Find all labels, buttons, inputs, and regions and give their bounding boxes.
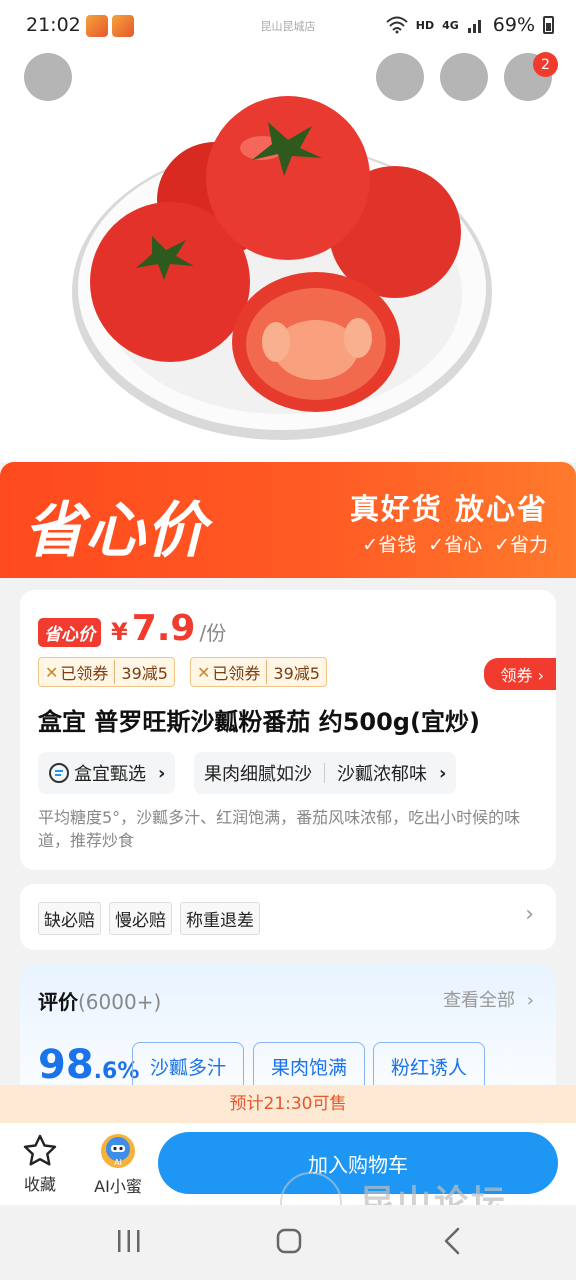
positive-rate: 98.6% [38, 1042, 139, 1088]
price-unit: /份 [199, 621, 227, 645]
back-button[interactable] [24, 53, 72, 138]
divider [324, 763, 325, 783]
system-navigation-bar [0, 1205, 576, 1280]
share-icon [441, 115, 466, 140]
back-nav-icon[interactable] [440, 1226, 464, 1256]
product-description: 平均糖度5°，沙瓤多汁、红润饱满，番茄风味浓郁，吃出小时候的味道，推荐炒食 [38, 808, 521, 850]
brand-chip[interactable]: 盒宜甄选 › [38, 752, 176, 794]
signal-type: 4G [442, 18, 459, 32]
coupon-rule: 39减5 [121, 664, 168, 683]
signal-icon [467, 20, 481, 33]
tomato-image [72, 96, 492, 440]
home-icon[interactable] [274, 1226, 304, 1256]
presale-notice: 预计21:30可售 [0, 1085, 576, 1123]
coupon-tag[interactable]: ✕ 已领券 39减5 [38, 657, 175, 687]
chevron-right-icon: › [537, 666, 544, 685]
cart-icon [506, 115, 534, 140]
get-coupon-label: 领券 [500, 666, 533, 685]
cart-count-badge: 2 [533, 52, 558, 77]
price-value: 7.9 [131, 608, 196, 649]
chevron-right-icon: › [158, 762, 166, 784]
banner-point: ✓省力 [494, 534, 548, 556]
currency-symbol: ¥ [111, 618, 128, 646]
ai-assistant-button[interactable]: AI AI小蜜 [86, 1133, 150, 1197]
banner-slogan: 真好货 放心省 [349, 492, 548, 526]
review-header: 评价(6000+) [38, 986, 161, 1015]
see-all-label: 查看全部 [443, 990, 516, 1011]
ai-assistant-label: AI小蜜 [94, 1177, 142, 1196]
status-bar: 21:02 昆山昆城店 HD 4G 69% [0, 0, 576, 52]
banner-point: ✓省心 [428, 534, 483, 556]
banner-point: ✓省钱 [362, 534, 417, 556]
review-title: 评价 [38, 990, 78, 1014]
chevron-right-icon: › [526, 990, 534, 1011]
service-tag: 慢必赔 [109, 902, 172, 935]
coupon-status: 已领券 [212, 660, 268, 684]
chevron-right-icon: › [525, 902, 534, 927]
coupon-status: 已领券 [60, 660, 116, 684]
service-tags: 缺必赔 慢必赔 称重退差 [38, 902, 260, 935]
hd-indicator: HD [415, 18, 435, 32]
star-icon [23, 1134, 57, 1166]
service-tag: 称重退差 [180, 902, 260, 935]
chevron-right-icon: › [439, 762, 447, 784]
battery-icon [543, 16, 554, 34]
price-row: 省心价 ¥ 7.9 /份 [38, 608, 226, 649]
banner-brand: 省心价 [24, 496, 207, 566]
promo-banner: 省心价 真好货 放心省 ✓省钱 ✓省心 ✓省力 [0, 462, 576, 578]
coupon-icon: ✕ [197, 662, 211, 682]
battery-percent: 69% [492, 14, 535, 36]
price-tag: 省心价 [38, 618, 101, 647]
search-button[interactable] [376, 53, 424, 140]
service-card[interactable]: 缺必赔 慢必赔 称重退差 › [20, 884, 556, 950]
banner-points: ✓省钱 ✓省心 ✓省力 [362, 530, 548, 557]
brand-chip-label: 盒宜甄选 [74, 764, 146, 785]
status-indicators: HD 4G 69% [386, 14, 554, 36]
favorite-button[interactable]: 收藏 [8, 1133, 72, 1195]
recent-apps-icon[interactable] [114, 1227, 144, 1255]
coupon-rule: 39减5 [273, 664, 320, 683]
coupon-tag[interactable]: ✕ 已领券 39减5 [190, 657, 327, 687]
product-info-card: 省心价 ¥ 7.9 /份 ✕ 已领券 39减5 ✕ 已领券 39减5 领券 › … [20, 590, 556, 870]
feature-label: 果肉细腻如沙 [204, 764, 312, 785]
rate-integer: 98 [38, 1042, 94, 1088]
coupon-icon: ✕ [45, 662, 59, 682]
feature-label: 沙瓤浓郁味 [337, 764, 427, 785]
product-hero: 2 [0, 0, 576, 462]
chevron-left-icon [29, 114, 43, 138]
search-icon [377, 114, 403, 140]
brand-badge-icon [49, 763, 69, 783]
product-title: 盒宜 普罗旺斯沙瓤粉番茄 约500g(宜炒) [38, 708, 480, 736]
see-all-reviews-link[interactable]: 查看全部 › [443, 986, 534, 1012]
ai-assistant-icon: AI [101, 1134, 135, 1168]
favorite-label: 收藏 [23, 1175, 56, 1194]
service-tag: 缺必赔 [38, 902, 101, 935]
product-detail-page: 2 21:02 昆山昆城店 HD 4G 69% 省心价 真好货 放心省 ✓省钱 … [0, 0, 576, 1280]
wifi-icon [386, 16, 408, 34]
svg-text:AI: AI [114, 1158, 122, 1167]
get-coupon-button[interactable]: 领券 › [484, 658, 556, 690]
feature-chip[interactable]: 果肉细腻如沙 沙瓤浓郁味 › [194, 752, 457, 794]
share-button[interactable] [440, 53, 488, 140]
review-count: (6000+) [78, 990, 162, 1014]
